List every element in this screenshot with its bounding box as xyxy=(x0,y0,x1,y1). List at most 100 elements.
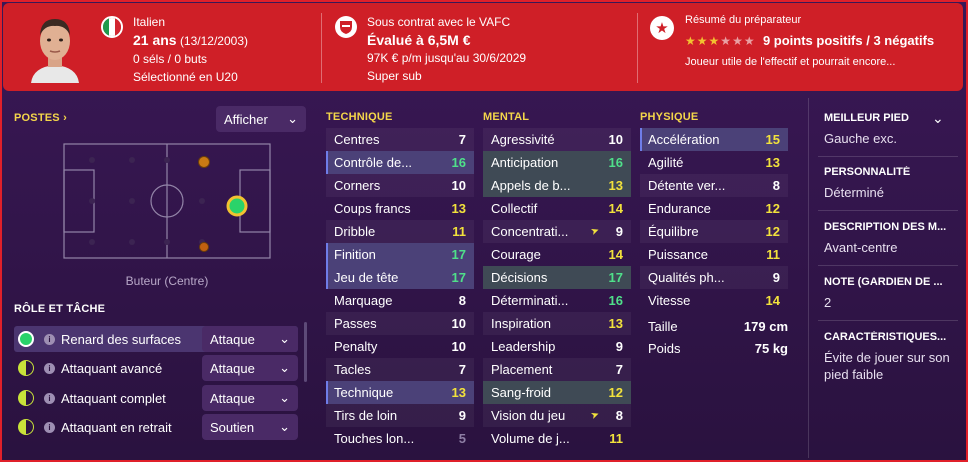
age-line: 21 ans (13/12/2003) xyxy=(133,31,248,50)
attribute-value: 5 xyxy=(458,431,466,446)
attribute-name: Équilibre xyxy=(648,224,699,239)
attribute-row[interactable]: Touches lon... 5 xyxy=(326,427,474,450)
attribute-row[interactable]: Accélération 15 xyxy=(640,128,788,151)
attribute-value-wrap: 7 xyxy=(459,362,466,377)
attribute-row[interactable]: Tacles 7 xyxy=(326,358,474,381)
attribute-row[interactable]: Qualités ph... 9 xyxy=(640,266,788,289)
attribute-row[interactable]: Sang-froid 12 xyxy=(483,381,631,404)
attribute-value-wrap: 16 xyxy=(609,155,623,170)
media-description-block: DESCRIPTION DES M... Avant-centre xyxy=(824,221,954,256)
attribute-name: Centres xyxy=(334,132,380,147)
divider xyxy=(818,156,958,157)
positions-view-dropdown[interactable]: Afficher ⌄ xyxy=(216,106,306,132)
contract-club: Sous contrat avec le VAFC xyxy=(367,15,511,29)
attribute-row[interactable]: Anticipation 16 xyxy=(483,151,631,174)
attribute-name: Technique xyxy=(334,385,394,400)
attribute-value: 9 xyxy=(772,270,780,285)
attribute-row[interactable]: Déterminati... 16 xyxy=(483,289,631,312)
attribute-row[interactable]: Corners 10 xyxy=(326,174,474,197)
attribute-value-wrap: 17 xyxy=(452,247,466,262)
attribute-row[interactable]: Finition 17 xyxy=(326,243,474,266)
info-icon[interactable]: i xyxy=(44,421,55,433)
attribute-row[interactable]: Tirs de loin 9 xyxy=(326,404,474,427)
attribute-row[interactable]: Vitesse 14 xyxy=(640,289,788,312)
info-icon[interactable]: i xyxy=(44,392,55,404)
role-row[interactable]: i Renard des surfaces Attaque ⌄ xyxy=(14,326,298,352)
role-row[interactable]: i Attaquant complet Attaque ⌄ xyxy=(14,385,298,411)
duty-dropdown[interactable]: Soutien ⌄ xyxy=(202,414,298,440)
attribute-row[interactable]: Marquage 8 xyxy=(326,289,474,312)
attribute-row[interactable]: Collectif 14 xyxy=(483,197,631,220)
attribute-row[interactable]: Décisions 17 xyxy=(483,266,631,289)
youth-selection: Sélectionné en U20 xyxy=(133,70,238,84)
info-icon[interactable]: i xyxy=(44,333,55,345)
international-caps: 0 séls / 0 buts xyxy=(133,52,208,66)
attribute-row[interactable]: Agilité 13 xyxy=(640,151,788,174)
best-foot-value: Gauche exc. xyxy=(824,131,897,146)
star-filled-icon: ★ xyxy=(685,34,697,48)
attribute-value-wrap: 10 xyxy=(452,316,466,331)
attribute-value: 9 xyxy=(458,408,466,423)
attribute-name: Coups francs xyxy=(334,201,411,216)
attribute-row[interactable]: Courage 14 xyxy=(483,243,631,266)
roles-scrollbar[interactable] xyxy=(304,322,307,382)
attribute-row[interactable]: Agressivité 10 xyxy=(483,128,631,151)
technique-title: TECHNIQUE xyxy=(326,111,393,123)
attribute-row[interactable]: Contrôle de... 16 xyxy=(326,151,474,174)
wage-expiry: 97K € p/m jusqu'au 30/6/2029 xyxy=(367,51,527,65)
position-marker-secondary[interactable] xyxy=(199,242,209,252)
weight-label: Poids xyxy=(648,341,681,356)
attribute-value-wrap: 14 xyxy=(766,293,780,308)
attribute-row[interactable]: Concentrati... ➤ 9 xyxy=(483,220,631,243)
attribute-name: Dribble xyxy=(334,224,376,239)
player-header: Italien 21 ans (13/12/2003) 0 séls / 0 b… xyxy=(3,3,963,91)
attribute-row[interactable]: Placement 7 xyxy=(483,358,631,381)
attribute-row[interactable]: Équilibre 12 xyxy=(640,220,788,243)
attribute-row[interactable]: Coups francs 13 xyxy=(326,197,474,220)
role-row[interactable]: i Attaquant en retrait Soutien ⌄ xyxy=(14,414,298,440)
chevron-down-icon[interactable]: ⌄ xyxy=(932,110,944,127)
position-marker-primary[interactable] xyxy=(226,195,248,217)
trend-arrow-icon: ➤ xyxy=(589,408,602,423)
attribute-row[interactable]: Centres 7 xyxy=(326,128,474,151)
personality-label: PERSONNALITÉ xyxy=(824,166,911,178)
attribute-row[interactable]: Appels de b... 13 xyxy=(483,174,631,197)
attribute-name: Penalty xyxy=(334,339,378,354)
info-icon[interactable]: i xyxy=(44,362,55,374)
attribute-value: 16 xyxy=(608,155,623,170)
attribute-value-wrap: 13 xyxy=(452,201,466,216)
attribute-row[interactable]: Vision du jeu ➤ 8 xyxy=(483,404,631,427)
scout-report-block[interactable]: Résumé du préparateur ★★★★★★ 9 points po… xyxy=(685,11,934,71)
role-name: Renard des surfaces xyxy=(61,331,181,347)
attribute-value-wrap: 7 xyxy=(459,132,466,147)
attribute-row[interactable]: Dribble 11 xyxy=(326,220,474,243)
attribute-row[interactable]: Volume de j... 11 xyxy=(483,427,631,450)
attribute-name: Jeu de tête xyxy=(334,270,399,285)
duty-dropdown[interactable]: Attaque ⌄ xyxy=(202,355,298,381)
attribute-value-wrap: 12 xyxy=(609,385,623,400)
duty-dropdown[interactable]: Attaque ⌄ xyxy=(202,385,298,411)
attribute-row[interactable]: Technique 13 xyxy=(326,381,474,404)
attribute-row[interactable]: Puissance 11 xyxy=(640,243,788,266)
physique-title: PHYSIQUE xyxy=(640,111,699,123)
attribute-name: Sang-froid xyxy=(491,385,551,400)
attribute-name: Tacles xyxy=(334,362,371,377)
attribute-row[interactable]: Penalty 10 xyxy=(326,335,474,358)
attribute-row[interactable]: Jeu de tête 17 xyxy=(326,266,474,289)
attribute-value-wrap: 16 xyxy=(452,155,466,170)
attribute-value-wrap: 10 xyxy=(452,339,466,354)
attribute-row[interactable]: Inspiration 13 xyxy=(483,312,631,335)
positions-title[interactable]: POSTES › xyxy=(14,112,67,124)
position-marker-secondary[interactable] xyxy=(198,156,210,168)
attribute-row[interactable]: Leadership 9 xyxy=(483,335,631,358)
attribute-row[interactable]: Endurance 12 xyxy=(640,197,788,220)
attribute-value-wrap: 8 xyxy=(459,293,466,308)
attribute-row[interactable]: Passes 10 xyxy=(326,312,474,335)
duty-label: Attaque xyxy=(210,331,255,347)
weight-value: 75 kg xyxy=(754,341,788,356)
scout-report-title: Résumé du préparateur xyxy=(685,14,802,26)
role-row[interactable]: i Attaquant avancé Attaque ⌄ xyxy=(14,355,298,381)
duty-dropdown[interactable]: Attaque ⌄ xyxy=(202,326,298,352)
attribute-value-wrap: 11 xyxy=(609,431,623,446)
attribute-row[interactable]: Détente ver... 8 xyxy=(640,174,788,197)
